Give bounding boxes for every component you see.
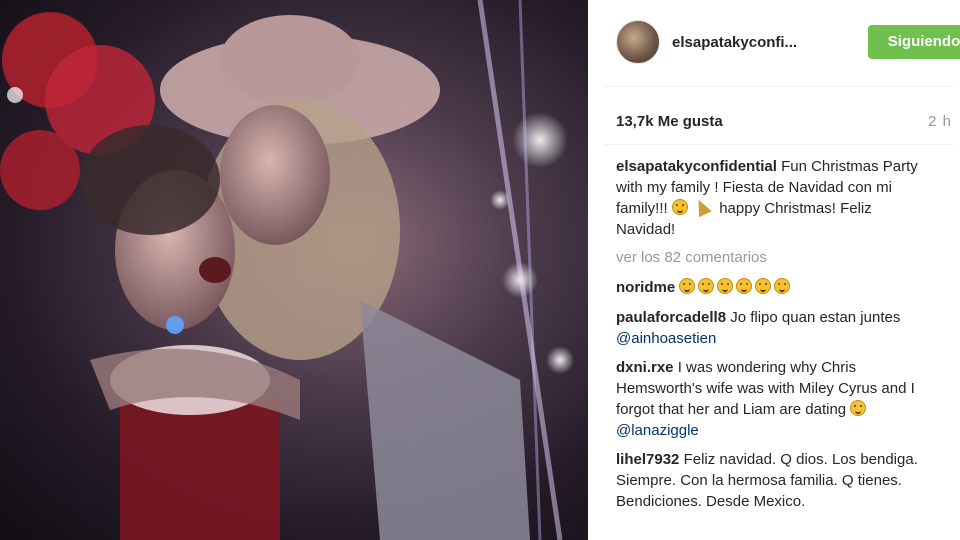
post-sidebar: elsapatakyconfi... Siguiendo 13,7k Me gu… (588, 0, 960, 540)
divider (604, 144, 954, 145)
likes-count[interactable]: 13,7k Me gusta (616, 113, 723, 130)
comment-item: noridme (616, 277, 932, 298)
comment-item: paulaforcadell8 Jo flipo quan estan junt… (616, 307, 932, 349)
smile-icon (698, 278, 715, 294)
comment-username[interactable]: paulaforcadell8 (616, 309, 726, 326)
smile-icon (755, 278, 772, 294)
winking-tongue-face-icon (671, 199, 688, 215)
smile-icon (774, 278, 791, 294)
comment-username[interactable]: noridme (616, 279, 675, 296)
likes-row: 13,7k Me gusta 2 h (616, 113, 952, 133)
post-caption: elsapatakyconfidential Fun Christmas Par… (616, 156, 932, 240)
comment-username[interactable]: dxni.rxe (616, 359, 674, 376)
caption-username[interactable]: elsapatakyconfidential (616, 158, 777, 175)
smile-icon (679, 278, 696, 294)
divider (604, 86, 954, 87)
avatar[interactable] (616, 20, 660, 64)
laughing-crying-face-icon (850, 400, 867, 416)
photo-illustration (0, 0, 574, 540)
post-header: elsapatakyconfi... Siguiendo (616, 18, 960, 68)
comment-item: dxni.rxe I was wondering why Chris Hemsw… (616, 357, 932, 441)
smile-icon (717, 278, 734, 294)
comment-username[interactable]: lihel7932 (616, 451, 679, 468)
post-time: 2 h (928, 113, 952, 130)
party-popper-icon (692, 196, 712, 218)
post-username[interactable]: elsapatakyconfi... (672, 34, 797, 51)
view-all-comments-link[interactable]: ver los 82 comentarios (616, 249, 767, 266)
comment-mention[interactable]: @ainhoasetien (616, 330, 716, 347)
comment-item: lihel7932 Feliz navidad. Q dios. Los ben… (616, 449, 932, 512)
comment-text: Jo flipo quan estan juntes (730, 309, 901, 326)
comment-mention[interactable]: @lanaziggle (616, 422, 699, 439)
post-photo[interactable] (0, 0, 588, 540)
following-button[interactable]: Siguiendo (868, 25, 960, 59)
smile-icon (736, 278, 753, 294)
